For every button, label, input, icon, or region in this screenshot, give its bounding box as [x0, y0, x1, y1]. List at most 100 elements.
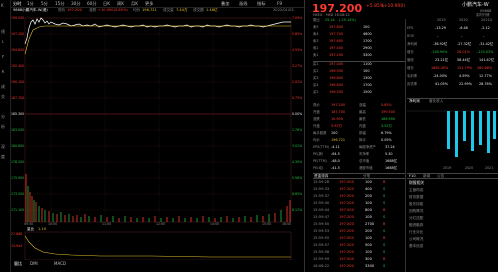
price-tick: 175.900	[11, 176, 25, 180]
time-tick: 15:00	[262, 222, 272, 226]
sub-indicator-value: 1.10	[38, 227, 47, 231]
change-abs: (+10.900)	[382, 4, 406, 9]
info-label: 成交额	[193, 8, 204, 12]
price-tick: 185.300	[11, 112, 25, 116]
report-item[interactable]: 融资融券	[409, 223, 423, 228]
report-item[interactable]: 分红送配	[409, 216, 423, 221]
bar-2020	[463, 111, 466, 141]
info-label: 涨跌	[89, 8, 97, 12]
price-tick: 194.800	[11, 48, 25, 52]
toolbar-item[interactable]: Ｋ	[1, 70, 5, 74]
tab-period[interactable]: 60分	[87, 1, 97, 6]
tab-news[interactable]: 新闻	[423, 174, 430, 179]
toolbar-item[interactable]: K	[1, 4, 4, 8]
pct-tick: 7.09%	[292, 16, 303, 20]
toolbar-item[interactable]: 分	[1, 115, 5, 119]
tab-period[interactable]: 月K	[131, 1, 138, 6]
info-value: 7.44万	[176, 8, 188, 12]
f9-button[interactable]: F9	[277, 1, 282, 6]
toolbar-item[interactable]: 交	[1, 95, 5, 99]
pct-tick: 4.55%	[292, 48, 303, 52]
tab-period[interactable]: 日K	[103, 1, 110, 6]
tab-period[interactable]: 30分	[71, 1, 81, 6]
price-tick: 178.200	[11, 160, 25, 164]
toolbar-item[interactable]: Ｆ	[1, 55, 5, 59]
tab-period[interactable]: 1分	[27, 1, 34, 6]
finance-year-axis: 2019 2020 2021	[443, 166, 494, 170]
tab-period[interactable]: 周K	[117, 1, 124, 6]
pct-tick: 2.02%	[292, 80, 303, 84]
tab-period[interactable]: 5分	[41, 1, 48, 6]
toolbar-item[interactable]: 度	[1, 155, 5, 159]
info-label: 现价	[58, 8, 66, 12]
stats-panel: 现价 197.200 涨幅 5.85% 开盘 187.700 最高 199.500 涨跌 10…	[313, 103, 398, 170]
report-item[interactable]: 财务数据	[409, 195, 423, 200]
time-tick: 16:00	[282, 222, 292, 226]
price-tick: 190.100	[11, 80, 25, 84]
report-item[interactable]: 回购情况	[409, 209, 423, 214]
toolbar-item[interactable]: 深	[1, 145, 5, 149]
info-label: 均价	[133, 8, 141, 12]
price-tick: 199.500	[11, 16, 25, 20]
ratio-line	[24, 235, 291, 258]
quote-date: 2022/01/03	[273, 8, 294, 12]
exchange-label: HKEX	[313, 13, 323, 17]
report-item[interactable]: 基本信息	[409, 244, 423, 249]
tab-revenue[interactable]: 营业收入	[429, 99, 443, 104]
time-tick: 09:30	[24, 222, 34, 226]
sub-indicator-mid: 13.944	[11, 244, 23, 248]
price-tick: 171.100	[11, 208, 25, 212]
volume-bars	[25, 174, 291, 222]
exchange-time: HKD 16:08:22	[326, 13, 350, 17]
tab-period[interactable]: 15分	[55, 1, 65, 6]
pct-tick: 4.30%	[292, 160, 303, 164]
bar-2021	[479, 111, 482, 145]
time-axis: 09:30 10:00 11:00 12:00 14:00 15:00 16:0…	[24, 222, 294, 228]
report-item[interactable]: 股东持股	[409, 202, 423, 207]
toolbar-item[interactable]: 析	[1, 125, 5, 129]
bar-2021b	[487, 111, 490, 153]
toolbar-item[interactable]: 成	[1, 85, 5, 89]
indicator-button[interactable]: 指标	[257, 1, 265, 6]
tab-period[interactable]: 更多	[145, 1, 153, 6]
info-value: 197.200	[67, 8, 82, 12]
tab-fund-flow[interactable]: 资金流向	[314, 174, 328, 179]
stock-name: 小鹏汽车-W	[462, 2, 489, 8]
time-tick: 12:00	[156, 222, 166, 226]
info-value: +10.900(5.85%)	[98, 8, 128, 12]
report-item[interactable]: 公司概况	[409, 237, 423, 242]
bar-2020b	[471, 111, 474, 151]
info-value: 196.721	[142, 8, 157, 12]
report-list: 财报相关 主营构成 财务数据 股东持股 回购情况 分红送配 融资融券 行业对比 …	[407, 181, 498, 271]
price-tick: 183.000	[11, 128, 25, 132]
info-label: 成交量	[163, 8, 174, 12]
toolbar-item[interactable]: 线	[1, 30, 5, 34]
tab-notice[interactable]: 公告	[437, 174, 444, 179]
pct-tick: 5.85%	[292, 32, 303, 36]
price-line	[24, 17, 291, 45]
order-book: 委比 25.14 (-25.14%) 卖5 197.800 100 卖4 197…	[313, 18, 372, 94]
tab-f10[interactable]: F10	[409, 174, 416, 179]
divider	[313, 61, 405, 62]
pct-tick: 6.85%	[292, 192, 303, 196]
draw-button[interactable]: 画线	[239, 1, 247, 6]
tab-period[interactable]: 分时	[13, 1, 21, 6]
tab-net-profit[interactable]: 净利润	[409, 99, 420, 104]
price-tick: 187.700	[11, 96, 25, 100]
report-item[interactable]: 主营构成	[409, 188, 423, 193]
price-tick: 173.500	[11, 192, 25, 196]
pct-tick: 1.76%	[292, 128, 303, 132]
toolbar-item[interactable]: Ｌ	[1, 40, 5, 44]
info-value: 1.46亿	[206, 8, 218, 12]
period-tabs-bar: 分时 1分 5分 15分 30分 60分 日K 周K 月K 更多 叠加 画线 指…	[11, 0, 304, 8]
time-tick: 11:00	[102, 222, 112, 226]
time-tick: 14:00	[210, 222, 220, 226]
overlay-button[interactable]: 叠加	[221, 1, 229, 6]
tab-indicator[interactable]: 量比	[14, 262, 22, 266]
tab-indicator[interactable]: DMI	[30, 262, 38, 266]
tab-trades[interactable]: 分笔	[363, 174, 370, 179]
sub-indicator-label: 量比	[27, 227, 35, 231]
report-item[interactable]: 行业对比	[409, 230, 423, 235]
pct-tick: 5.58%	[292, 176, 303, 180]
tab-indicator[interactable]: MACD	[54, 262, 66, 266]
